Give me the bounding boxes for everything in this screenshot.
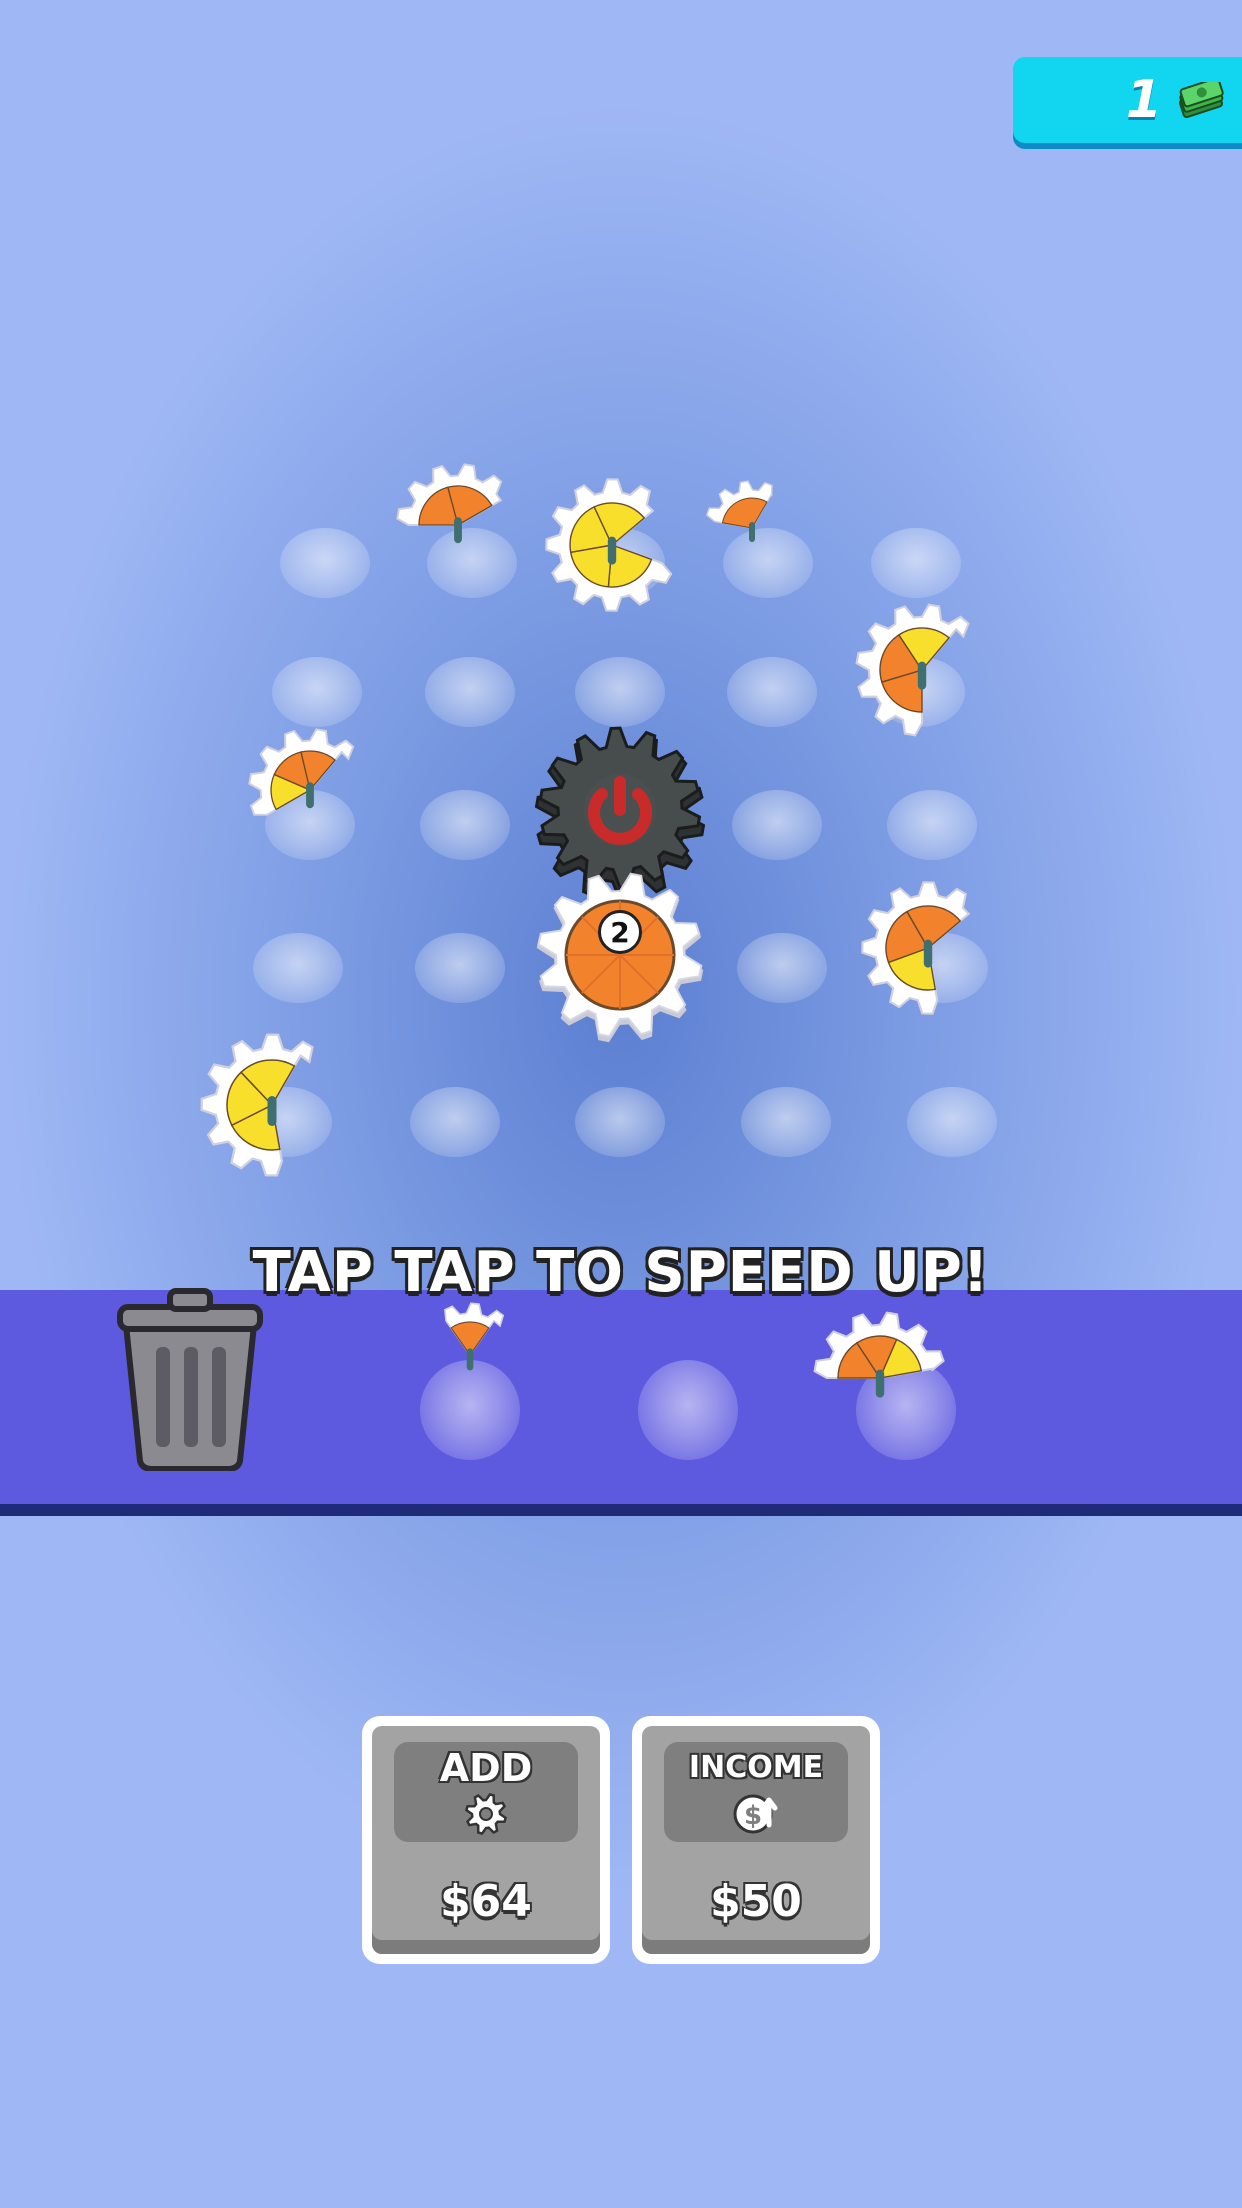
board-slot[interactable] — [907, 1087, 997, 1157]
currency-counter: 1 — [1013, 57, 1242, 143]
income-button[interactable]: INCOME $ $50 — [632, 1716, 880, 1964]
add-button-price: $64 — [440, 1876, 532, 1927]
level-gear[interactable]: 2 — [530, 865, 710, 1045]
partial-gear[interactable] — [810, 1308, 950, 1448]
conveyor-slot[interactable] — [638, 1360, 738, 1460]
income-button-price: $50 — [710, 1876, 802, 1927]
cash-stack-icon — [1176, 77, 1226, 119]
board-slot[interactable] — [732, 790, 822, 860]
currency-value: 1 — [1125, 70, 1162, 130]
partial-gear[interactable] — [702, 478, 802, 578]
board-slot[interactable] — [871, 528, 961, 598]
partial-gear[interactable] — [197, 1030, 347, 1180]
instruction-text: TAP TAP TO SPEED UP! — [252, 1240, 990, 1305]
board-slot[interactable] — [741, 1087, 831, 1157]
board-slot[interactable] — [727, 657, 817, 727]
partial-gear[interactable] — [858, 878, 998, 1018]
add-button-title: ADD — [439, 1746, 533, 1790]
partial-gear[interactable] — [852, 600, 992, 740]
board-slot[interactable] — [272, 657, 362, 727]
trash-can-icon[interactable] — [112, 1285, 268, 1472]
board-slot[interactable] — [415, 933, 505, 1003]
board-slot[interactable] — [420, 790, 510, 860]
partial-gear[interactable] — [245, 725, 375, 855]
conveyor-edge — [0, 1504, 1242, 1516]
gear-icon — [464, 1792, 508, 1836]
board-slot[interactable] — [280, 528, 370, 598]
board-slot[interactable] — [253, 933, 343, 1003]
board-slot[interactable] — [737, 933, 827, 1003]
board-slot[interactable] — [425, 657, 515, 727]
partial-gear[interactable] — [415, 1300, 525, 1410]
board-slot[interactable] — [887, 790, 977, 860]
income-button-title: INCOME — [688, 1750, 824, 1785]
board-slot[interactable] — [575, 1087, 665, 1157]
board-slot[interactable] — [575, 657, 665, 727]
partial-gear[interactable] — [542, 475, 682, 615]
gear-level-text: 2 — [610, 915, 630, 949]
add-gear-button[interactable]: ADD $64 — [362, 1716, 610, 1964]
svg-text:$: $ — [744, 1801, 762, 1831]
partial-gear[interactable] — [393, 460, 523, 590]
board-slot[interactable] — [410, 1087, 500, 1157]
gear-level-badge: 2 — [598, 910, 642, 954]
dollar-up-icon: $ — [733, 1794, 778, 1834]
